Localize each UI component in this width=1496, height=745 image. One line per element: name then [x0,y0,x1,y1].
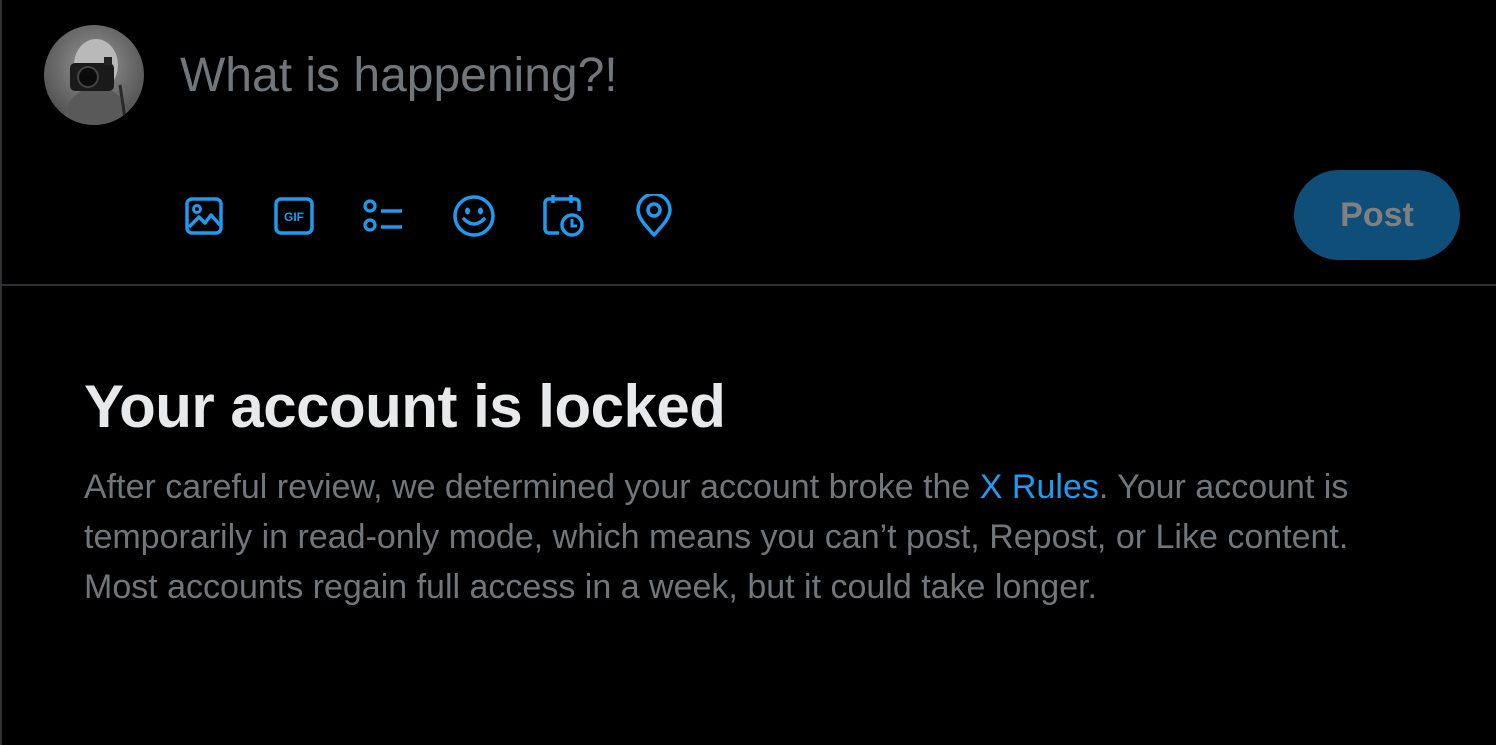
schedule-button[interactable] [536,190,592,242]
schedule-icon [543,195,584,237]
notice-body-text: After careful review, we determined your… [84,468,980,506]
emoji-button[interactable] [446,190,502,242]
compose-input[interactable] [180,44,1280,108]
emoji-icon [453,195,495,237]
gif-button[interactable]: GIF [266,190,322,242]
post-composer: GIF [2,0,1496,286]
avatar-photo [62,39,132,125]
notice-body: After careful review, we determined your… [84,462,1404,612]
poll-icon [363,199,402,232]
gif-icon-label: GIF [284,210,304,224]
gif-icon: GIF [274,197,314,235]
location-button[interactable] [626,190,682,242]
avatar[interactable] [44,25,144,125]
account-locked-notice: Your account is locked After careful rev… [84,370,1404,612]
post-button[interactable]: Post [1294,170,1460,260]
x-rules-link[interactable]: X Rules [980,468,1099,506]
media-button[interactable] [176,190,232,242]
poll-button[interactable] [356,190,412,242]
timeline-column: GIF [0,0,1496,745]
location-icon [636,194,672,237]
composer-toolbar: GIF [176,190,716,242]
media-icon [185,197,223,235]
notice-title: Your account is locked [84,373,726,440]
